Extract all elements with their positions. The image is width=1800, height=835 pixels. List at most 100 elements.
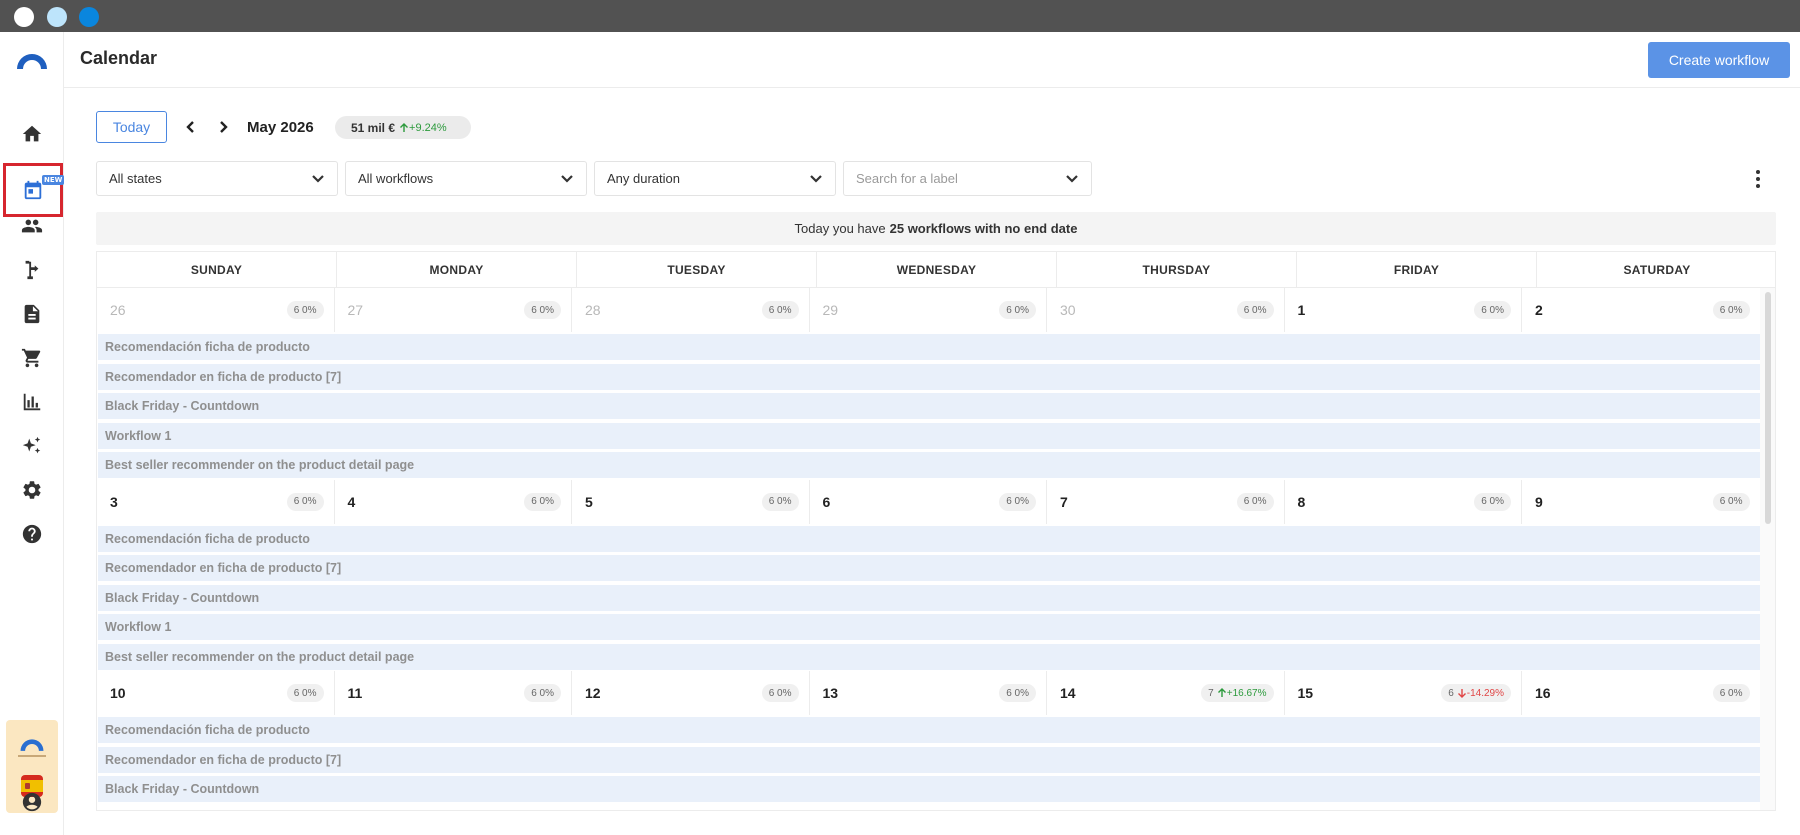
day-cell[interactable]: 26 6 0%: [97, 288, 335, 332]
day-cell[interactable]: 13 6 0%: [810, 671, 1047, 715]
states-filter[interactable]: All states: [96, 161, 338, 196]
page-header: Calendar Create workflow: [64, 32, 1800, 88]
brand-icon: [20, 739, 44, 751]
day-number: 5: [585, 493, 593, 510]
workflow-row: Recomendación ficha de producto: [97, 332, 1760, 362]
day-cell[interactable]: 1 6 0%: [1285, 288, 1522, 332]
workflow-row: Recomendación ficha de producto: [97, 715, 1760, 745]
arc-logo-icon[interactable]: [12, 42, 52, 78]
weekday-saturday: SATURDAY: [1623, 262, 1691, 277]
window-titlebar: [0, 0, 1800, 32]
workflow-row: Recomendador en ficha de producto [7]: [97, 362, 1760, 392]
window-maximize-button[interactable]: [79, 7, 99, 27]
day-cell[interactable]: 29 6 0%: [810, 288, 1047, 332]
day-stats-value: 6 0%: [1006, 687, 1029, 699]
day-cell[interactable]: 10 6 0%: [97, 671, 335, 715]
sidebar-item-settings[interactable]: [12, 472, 52, 508]
day-stats-value: 6 0%: [293, 687, 317, 699]
day-cell[interactable]: 7 6 0%: [1047, 479, 1285, 524]
sidebar-item-shop[interactable]: [12, 340, 52, 376]
workflow-bar[interactable]: Recomendación ficha de producto: [98, 525, 1760, 552]
weekday-tuesday: TUESDAY: [577, 252, 817, 287]
day-cell[interactable]: 3 6 0%: [97, 479, 335, 524]
day-cell[interactable]: 15 6 -14.29%: [1285, 671, 1522, 715]
calendar-weeks: 26 6 0% 27 6 0% 28 6 0% 29 6 0% 30 6 0% 1 6 0% 2 6 0%…: [97, 288, 1760, 804]
day-stats-value: 6 0%: [1006, 496, 1029, 507]
sidebar-item-workflows[interactable]: [12, 252, 52, 288]
chevron-down-icon: [810, 175, 822, 183]
duration-filter[interactable]: Any duration: [594, 161, 836, 196]
sidebar-item-home[interactable]: [12, 116, 52, 152]
workflow-row: Recomendador en ficha de producto [7]: [97, 553, 1760, 583]
day-stats-value: 6 0%: [768, 687, 792, 699]
workflow-bar[interactable]: Recomendación ficha de producto: [98, 334, 1760, 360]
workflow-bar[interactable]: Workflow 1: [98, 614, 1760, 640]
calendar-scrollbar[interactable]: [1760, 288, 1775, 810]
day-cell[interactable]: 27 6 0%: [335, 288, 572, 332]
day-cell[interactable]: 30 6 0%: [1047, 288, 1285, 332]
day-count: 6: [1448, 687, 1454, 699]
day-cell[interactable]: 2 6 0%: [1522, 288, 1760, 332]
day-cell[interactable]: 28 6 0%: [572, 288, 810, 332]
day-row: 3 6 0% 4 6 0% 5 6 0% 6 6 0% 7 6 0% 8 6 0% 9 6 0%: [97, 479, 1760, 524]
sidebar-item-documents[interactable]: [12, 296, 52, 332]
account-icon: [22, 792, 42, 812]
workflow-bar[interactable]: Recomendador en ficha de producto [7]: [98, 555, 1760, 581]
workflow-bar[interactable]: Workflow 1: [98, 422, 1760, 449]
sidebar-item-ai[interactable]: [12, 428, 52, 464]
create-workflow-button[interactable]: Create workflow: [1648, 42, 1790, 78]
workflow-bar[interactable]: Best seller recommender on the product d…: [98, 643, 1760, 670]
previous-month-button[interactable]: [181, 116, 201, 138]
day-number: 15: [1297, 685, 1314, 701]
day-cell[interactable]: 8 6 0%: [1285, 479, 1522, 524]
workflow-bar[interactable]: Recomendador en ficha de producto [7]: [98, 363, 1760, 390]
calendar-grid: SUNDAY MONDAY TUESDAY WEDNESDAY THURSDAY…: [96, 251, 1776, 811]
workflow-bar[interactable]: Recomendación ficha de producto: [98, 717, 1760, 743]
day-stats-value: 6 0%: [768, 304, 792, 316]
day-stats-value: 6 0%: [1006, 304, 1029, 316]
day-stats-badge: 6 0%: [524, 684, 561, 702]
day-cell[interactable]: 9 6 0%: [1522, 480, 1760, 524]
next-month-button[interactable]: [213, 116, 233, 138]
scrollbar-thumb[interactable]: [1765, 292, 1771, 524]
label-search-placeholder: Search for a label: [856, 171, 958, 186]
day-stats-value: 6 0%: [531, 687, 554, 699]
workflow-row: Recomendación ficha de producto: [97, 524, 1760, 554]
day-cell[interactable]: 16 6 0%: [1522, 671, 1760, 715]
day-number: 11: [347, 685, 363, 701]
day-stats-badge: 6 0%: [999, 684, 1036, 702]
day-cell[interactable]: 11 6 0%: [335, 671, 572, 715]
weekday-monday: MONDAY: [337, 252, 577, 287]
sidebar-item-account[interactable]: [12, 784, 52, 820]
today-button[interactable]: Today: [96, 111, 167, 143]
window-minimize-button[interactable]: [47, 7, 67, 27]
day-number: 4: [347, 493, 356, 510]
kpi-badge: 51 mil € +9.24%: [335, 116, 471, 139]
workflow-bar[interactable]: Black Friday - Countdown: [98, 393, 1760, 419]
window-close-button[interactable]: [14, 7, 34, 27]
day-cell[interactable]: 14 7 +16.67%: [1047, 671, 1285, 715]
people-icon: [21, 219, 43, 233]
day-cell[interactable]: 6 6 0%: [810, 479, 1047, 524]
day-stats-value: 6 0%: [768, 496, 792, 507]
workflow-bar[interactable]: Black Friday - Countdown: [98, 776, 1760, 802]
day-stats-value: 6 0%: [1243, 304, 1267, 316]
day-row: 26 6 0% 27 6 0% 28 6 0% 29 6 0% 30 6 0% 1 6 0% 2 6 0%: [97, 288, 1760, 332]
workflow-bar[interactable]: Recomendador en ficha de producto [7]: [98, 746, 1760, 773]
day-cell[interactable]: 4 6 0%: [335, 479, 572, 524]
day-number: 3: [110, 493, 118, 510]
more-options-icon[interactable]: [1753, 168, 1763, 190]
workflows-filter[interactable]: All workflows: [345, 161, 587, 196]
label-search-select[interactable]: Search for a label: [843, 161, 1092, 196]
workflow-bar[interactable]: Black Friday - Countdown: [98, 584, 1760, 611]
home-icon: [22, 125, 42, 142]
day-number: 14: [1060, 685, 1076, 701]
day-cell[interactable]: 12 6 0%: [572, 671, 810, 715]
workflow-bar[interactable]: Best seller recommender on the product d…: [98, 452, 1760, 478]
sidebar-item-analytics[interactable]: [12, 384, 52, 420]
sidebar-item-people[interactable]: [12, 208, 52, 244]
day-cell[interactable]: 5 6 0%: [572, 479, 810, 524]
calendar-week: 26 6 0% 27 6 0% 28 6 0% 29 6 0% 30 6 0% 1 6 0% 2 6 0%…: [97, 288, 1760, 480]
month-label: May 2026: [247, 119, 314, 136]
sidebar-item-help[interactable]: [12, 516, 52, 552]
